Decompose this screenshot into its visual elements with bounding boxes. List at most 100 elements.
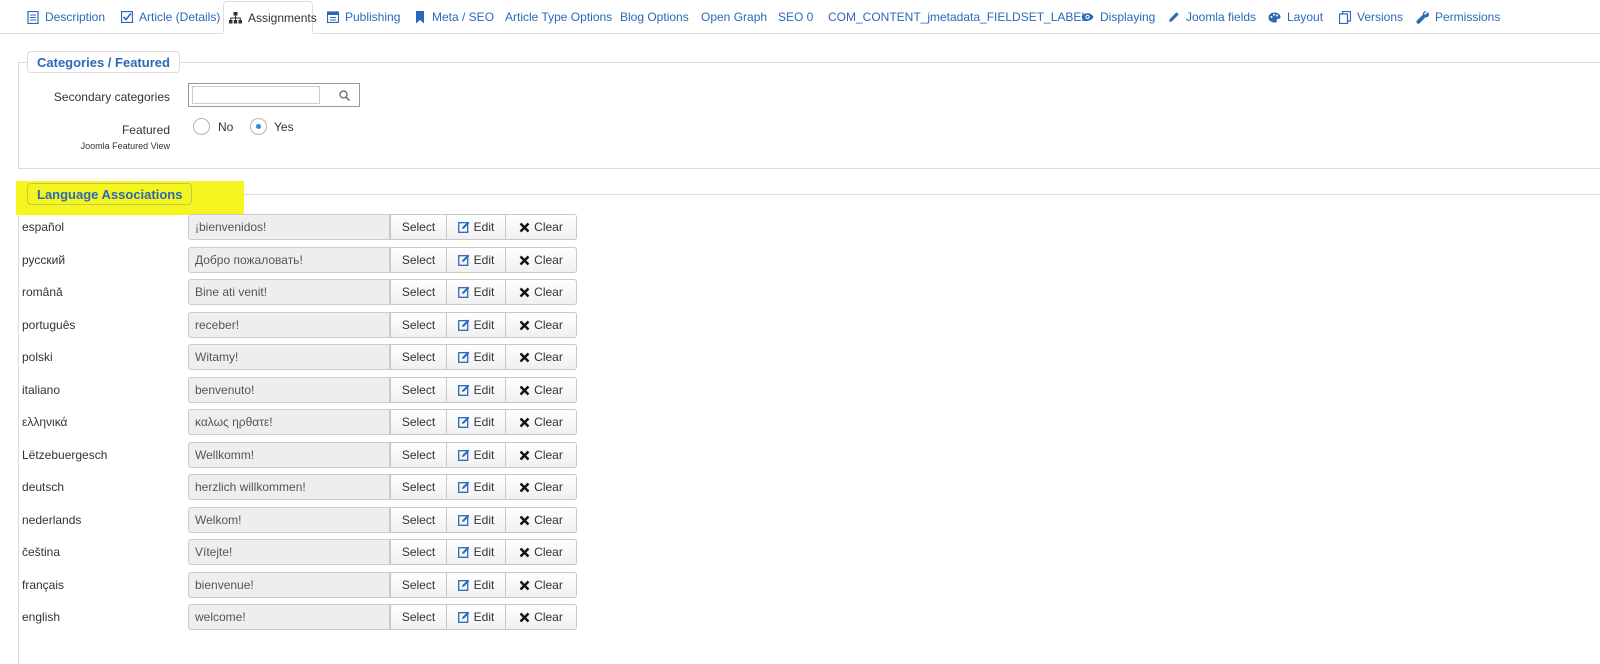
clear-button[interactable]: Clear <box>505 312 577 338</box>
select-label: Select <box>401 318 436 332</box>
edit-button[interactable]: Edit <box>446 507 506 533</box>
clear-button[interactable]: Clear <box>505 409 577 435</box>
clear-button[interactable]: Clear <box>505 377 577 403</box>
select-button[interactable]: Select <box>390 214 447 240</box>
select-button[interactable]: Select <box>390 247 447 273</box>
edit-label: Edit <box>473 513 495 527</box>
language-label: nederlands <box>22 513 82 527</box>
edit-button[interactable]: Edit <box>446 344 506 370</box>
tab-meta-seo[interactable]: Meta / SEO <box>413 0 494 34</box>
edit-button[interactable]: Edit <box>446 279 506 305</box>
select-button[interactable]: Select <box>390 604 447 630</box>
association-row: русский Добро пожаловать! Select Edit Clear <box>0 247 600 273</box>
clear-button[interactable]: Clear <box>505 604 577 630</box>
bookmark-icon <box>413 10 426 24</box>
clear-button[interactable]: Clear <box>505 247 577 273</box>
association-field: Bine ati venit! <box>188 279 390 305</box>
tab-description[interactable]: Description <box>26 0 105 34</box>
clear-button[interactable]: Clear <box>505 572 577 598</box>
tab-label: Joomla fields <box>1186 10 1257 24</box>
clear-label: Clear <box>534 448 563 462</box>
featured-no-label[interactable]: No <box>218 120 233 134</box>
edit-button[interactable]: Edit <box>446 539 506 565</box>
featured-yes-radio[interactable] <box>250 118 267 135</box>
featured-no-radio[interactable] <box>193 118 210 135</box>
edit-button[interactable]: Edit <box>446 247 506 273</box>
edit-label: Edit <box>473 220 495 234</box>
clear-label: Clear <box>534 383 563 397</box>
tab-layout[interactable]: Layout <box>1268 0 1323 34</box>
edit-button[interactable]: Edit <box>446 214 506 240</box>
association-row: čeština Vítejte! Select Edit Clear <box>0 539 600 565</box>
clear-button[interactable]: Clear <box>505 442 577 468</box>
close-icon <box>519 515 530 526</box>
tab-article-details[interactable]: Article (Details) <box>120 0 220 34</box>
featured-yes-label[interactable]: Yes <box>274 120 294 134</box>
language-label: italiano <box>22 383 61 397</box>
select-button[interactable]: Select <box>390 507 447 533</box>
tab-assignments[interactable]: Assignments <box>223 1 317 34</box>
edit-label: Edit <box>473 285 495 299</box>
tab-article-type-options[interactable]: Article Type Options <box>505 0 612 34</box>
tab-displaying[interactable]: Displaying <box>1081 0 1155 34</box>
association-field: Welkom! <box>188 507 390 533</box>
clear-button[interactable]: Clear <box>505 474 577 500</box>
select-button[interactable]: Select <box>390 442 447 468</box>
clear-button[interactable]: Clear <box>505 344 577 370</box>
edit-button[interactable]: Edit <box>446 377 506 403</box>
tab-label: Article (Details) <box>139 10 221 24</box>
edit-icon <box>457 384 470 396</box>
association-row: ελληνικά καλως ηρθατε! Select Edit Clear <box>0 409 600 435</box>
language-label: español <box>22 220 65 234</box>
edit-button[interactable]: Edit <box>446 312 506 338</box>
select-button[interactable]: Select <box>390 409 447 435</box>
select-button[interactable]: Select <box>390 474 447 500</box>
checkbox-icon <box>120 11 133 24</box>
tab-metadata-fieldset[interactable]: COM_CONTENT_jmetadata_FIELDSET_LABEL <box>828 0 1088 34</box>
tab-seo[interactable]: SEO 0 <box>778 0 813 34</box>
edit-icon <box>457 579 470 591</box>
secondary-categories-text[interactable] <box>192 86 320 104</box>
tab-permissions[interactable]: Permissions <box>1416 0 1500 34</box>
select-label: Select <box>401 448 436 462</box>
edit-label: Edit <box>473 253 495 267</box>
language-label: русский <box>22 253 66 267</box>
edit-button[interactable]: Edit <box>446 604 506 630</box>
secondary-categories-input[interactable] <box>188 83 360 107</box>
language-label: Lëtzebuergesch <box>22 448 108 462</box>
calendar-icon <box>326 11 339 24</box>
tab-label: Publishing <box>345 10 401 24</box>
association-field: welcome! <box>188 604 390 630</box>
wrench-icon <box>1416 10 1429 24</box>
select-button[interactable]: Select <box>390 539 447 565</box>
language-label: čeština <box>22 545 61 559</box>
tab-blog-options[interactable]: Blog Options <box>620 0 689 34</box>
clear-label: Clear <box>534 350 563 364</box>
close-icon <box>519 385 530 396</box>
clear-button[interactable]: Clear <box>505 507 577 533</box>
select-button[interactable]: Select <box>390 279 447 305</box>
select-button[interactable]: Select <box>390 572 447 598</box>
edit-icon <box>457 221 470 233</box>
tab-publishing[interactable]: Publishing <box>326 0 400 34</box>
tab-joomla-fields[interactable]: Joomla fields <box>1167 0 1256 34</box>
association-field: Witamy! <box>188 344 390 370</box>
language-label: polski <box>22 350 53 364</box>
select-button[interactable]: Select <box>390 377 447 403</box>
edit-button[interactable]: Edit <box>446 572 506 598</box>
select-button[interactable]: Select <box>390 344 447 370</box>
clear-button[interactable]: Clear <box>505 539 577 565</box>
edit-button[interactable]: Edit <box>446 409 506 435</box>
sitemap-icon <box>229 11 242 24</box>
association-field: Добро пожаловать! <box>188 247 390 273</box>
edit-label: Edit <box>473 448 495 462</box>
clear-button[interactable]: Clear <box>505 279 577 305</box>
select-button[interactable]: Select <box>390 312 447 338</box>
tab-open-graph[interactable]: Open Graph <box>701 0 767 34</box>
edit-label: Edit <box>473 480 495 494</box>
edit-button[interactable]: Edit <box>446 442 506 468</box>
tab-versions[interactable]: Versions <box>1338 0 1403 34</box>
clear-button[interactable]: Clear <box>505 214 577 240</box>
tab-label: Permissions <box>1435 10 1501 24</box>
edit-button[interactable]: Edit <box>446 474 506 500</box>
